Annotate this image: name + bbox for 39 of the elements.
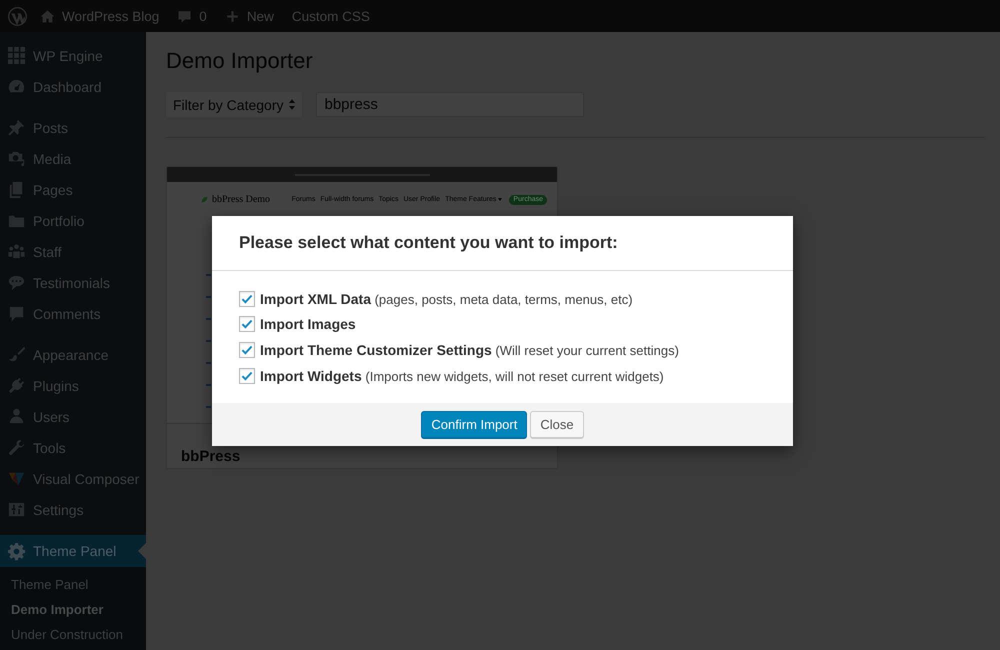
- active-pointer-icon: [138, 543, 146, 559]
- checkbox[interactable]: [239, 342, 255, 358]
- gear-icon: [7, 542, 26, 560]
- option-label: Import Widgets (Imports new widgets, will not reset current widgets): [260, 368, 664, 384]
- checkmark-icon: [241, 319, 253, 330]
- comment-icon: [7, 304, 26, 323]
- person-icon: [7, 407, 26, 426]
- checkbox[interactable]: [239, 316, 255, 332]
- comment-icon: [177, 8, 192, 24]
- plus-icon: [224, 8, 240, 24]
- demo-name: bbPress: [181, 448, 240, 465]
- submenu-item[interactable]: Demo Importer: [0, 597, 146, 622]
- dialog-title: Please select what content you want to import:: [239, 233, 618, 253]
- pushpin-icon: [7, 118, 26, 137]
- wrench-icon: [7, 438, 26, 457]
- checkmark-icon: [241, 344, 253, 355]
- sort-arrows-icon: [289, 99, 296, 110]
- category-select[interactable]: Filter by Category: [166, 92, 302, 117]
- camera-icon: [7, 149, 26, 168]
- search-field[interactable]: bbpress: [316, 92, 584, 117]
- menu-item[interactable]: Theme Panel: [0, 535, 146, 567]
- leaf-logo-icon: [201, 196, 208, 203]
- option-label: Import Theme Customizer Settings (Will reset your current settings): [260, 342, 679, 358]
- close-button[interactable]: Close: [530, 411, 584, 438]
- checkbox[interactable]: [239, 290, 255, 307]
- sliders-icon: [7, 500, 26, 519]
- option-label: Import Images: [260, 316, 356, 332]
- home-icon: [40, 8, 55, 24]
- people-icon: [7, 242, 26, 261]
- checkmark-icon: [241, 370, 253, 381]
- site-title: bbPress Demo: [212, 194, 270, 205]
- confirm-button[interactable]: Confirm Import: [421, 411, 528, 438]
- speech-bubble-icon: [7, 273, 26, 292]
- option-label: Import XML Data (pages, posts, meta data, terms, menus, etc): [260, 290, 633, 307]
- plug-icon: [7, 376, 26, 395]
- paintbrush-icon: [7, 345, 26, 364]
- grid-icon: [7, 46, 26, 65]
- checkmark-icon: [241, 294, 253, 304]
- checkbox[interactable]: [239, 368, 255, 384]
